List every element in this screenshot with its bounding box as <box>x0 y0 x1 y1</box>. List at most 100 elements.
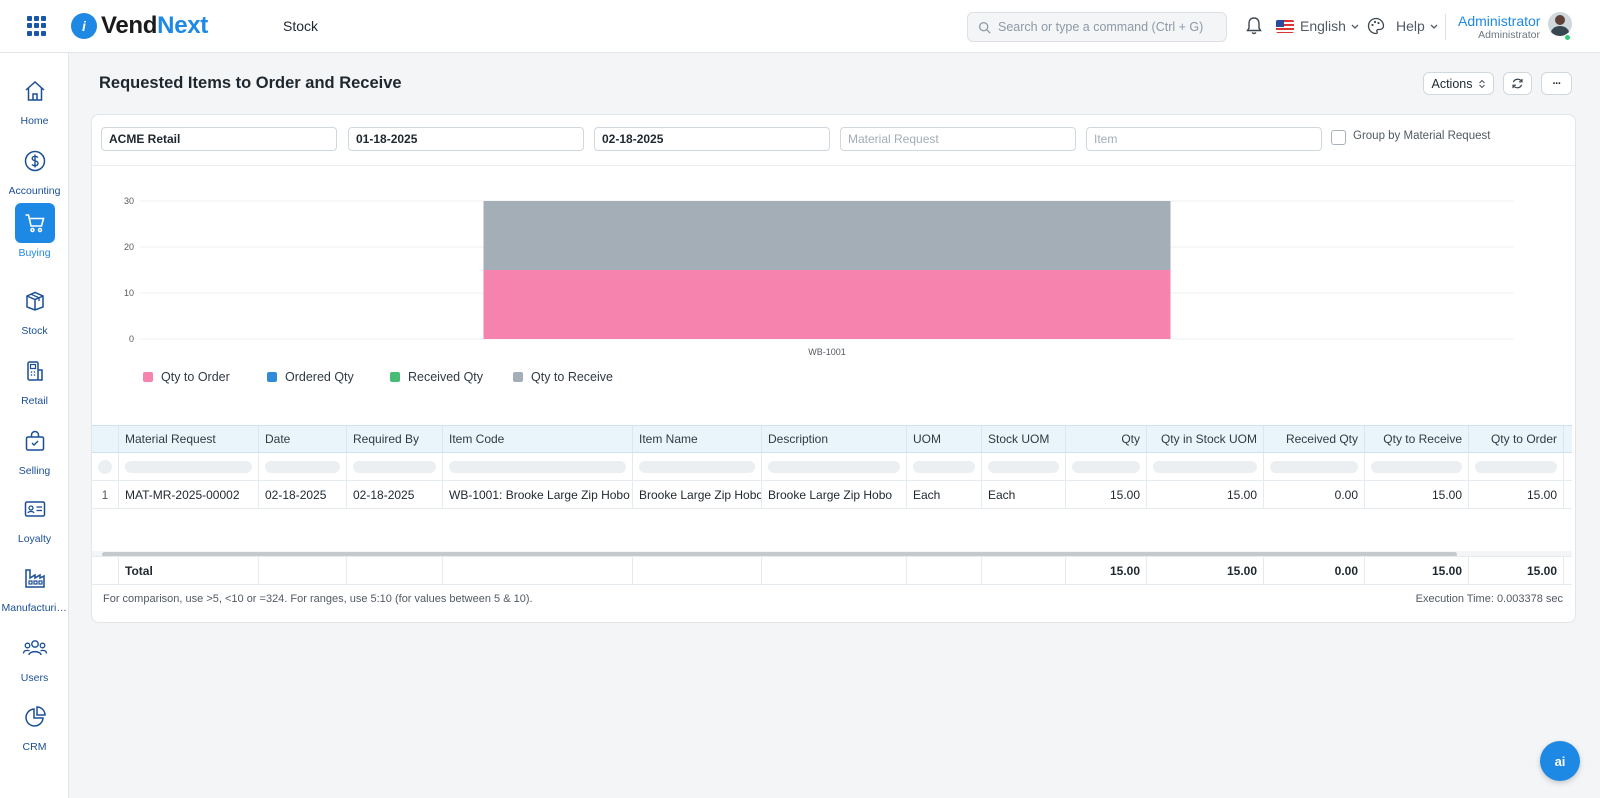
column-header[interactable]: Material Request <box>119 426 259 452</box>
search-input[interactable]: Search or type a command (Ctrl + G) <box>967 12 1227 42</box>
x-tick-label: WB-1001 <box>808 347 846 357</box>
sidebar-item-home[interactable]: Home <box>0 71 69 137</box>
material-request-cell[interactable]: MAT-MR-2025-00002 <box>119 481 259 508</box>
legend-label: Ordered Qty <box>285 370 354 384</box>
help-menu[interactable]: Help <box>1396 18 1439 34</box>
refresh-button[interactable] <box>1503 72 1532 95</box>
sidebar-item-manufacturing[interactable]: Manufacturing <box>0 558 69 624</box>
table-row[interactable]: 1 MAT-MR-2025-00002 02-18-2025 02-18-202… <box>92 481 1572 509</box>
column-header[interactable]: Item Name <box>633 426 762 452</box>
group-by-checkbox[interactable] <box>1331 130 1346 145</box>
legend-swatch <box>143 372 153 382</box>
apps-grid-icon[interactable] <box>27 16 47 36</box>
column-header[interactable]: Description <box>762 426 907 452</box>
legend-item[interactable]: Qty to Order <box>143 370 230 384</box>
sidebar-item-selling[interactable]: Selling <box>0 421 69 487</box>
column-header[interactable]: Qty in Stock UOM <box>1147 426 1264 452</box>
from-date-filter[interactable]: 01-18-2025 <box>348 127 584 151</box>
legend-label: Qty to Order <box>161 370 230 384</box>
legend-label: Qty to Receive <box>531 370 613 384</box>
item-code-cell[interactable]: WB-1001: Brooke Large Zip Hobo <box>443 481 633 508</box>
column-filter-input[interactable] <box>1264 453 1365 480</box>
column-header[interactable]: Stock UOM <box>982 426 1066 452</box>
language-selector[interactable]: English <box>1276 18 1360 34</box>
refresh-icon <box>1512 78 1523 89</box>
bar-segment[interactable] <box>483 270 1171 339</box>
bar-segment[interactable] <box>483 201 1171 270</box>
table-header-row: Material Request Date Required By Item C… <box>92 425 1572 453</box>
stock-uom-cell: Each <box>982 481 1066 508</box>
date-cell: 02-18-2025 <box>259 481 347 508</box>
app-logo[interactable]: i VendNext <box>71 12 208 40</box>
theme-palette-icon[interactable] <box>1367 17 1385 35</box>
column-header[interactable]: Item Code <box>443 426 633 452</box>
column-header[interactable]: Qty to Order <box>1469 426 1564 452</box>
total-empty-cell <box>347 557 443 584</box>
column-filter-input[interactable] <box>347 453 443 480</box>
sidebar-item-crm[interactable]: CRM <box>0 697 69 763</box>
navbar-divider <box>1445 14 1446 40</box>
material-request-filter[interactable]: Material Request <box>840 127 1076 151</box>
pie-chart-icon <box>15 697 55 737</box>
user-name[interactable]: Administrator <box>1458 13 1540 29</box>
module-breadcrumb[interactable]: Stock <box>283 18 318 34</box>
us-flag-icon <box>1276 19 1294 33</box>
legend-swatch <box>267 372 277 382</box>
column-filter-input[interactable] <box>1066 453 1147 480</box>
dollar-icon <box>15 141 55 181</box>
legend-item[interactable]: Qty to Receive <box>513 370 613 384</box>
column-header[interactable]: Required By <box>347 426 443 452</box>
sidebar: Home Accounting Buying Stock Retail Sell… <box>0 53 69 798</box>
sidebar-item-accounting[interactable]: Accounting <box>0 141 69 207</box>
sidebar-item-loyalty[interactable]: Loyalty <box>0 489 69 555</box>
column-header[interactable]: Received Qty <box>1264 426 1365 452</box>
company-filter[interactable]: ACME Retail <box>101 127 337 151</box>
sidebar-item-label: Manufacturing <box>1 602 68 614</box>
y-tick-label: 30 <box>124 196 134 206</box>
column-filter-input[interactable] <box>907 453 982 480</box>
column-filter-input[interactable] <box>443 453 633 480</box>
actions-button[interactable]: Actions <box>1423 72 1494 95</box>
more-options-button[interactable]: ··· <box>1541 72 1572 95</box>
item-filter[interactable]: Item <box>1086 127 1322 151</box>
sidebar-item-stock[interactable]: Stock <box>0 281 69 347</box>
column-filter-input[interactable] <box>633 453 762 480</box>
notification-bell-icon[interactable] <box>1245 16 1263 36</box>
logo-mark-icon: i <box>71 13 97 39</box>
column-filter-input[interactable] <box>1365 453 1469 480</box>
total-qty: 15.00 <box>1066 557 1147 584</box>
language-label: English <box>1300 18 1346 34</box>
column-header[interactable]: Qty to Receive <box>1365 426 1469 452</box>
sidebar-item-users[interactable]: Users <box>0 628 69 694</box>
column-header[interactable]: UOM <box>907 426 982 452</box>
column-filter-input[interactable] <box>982 453 1066 480</box>
legend-swatch <box>390 372 400 382</box>
sidebar-item-label: Loyalty <box>17 533 52 545</box>
required-by-cell: 02-18-2025 <box>347 481 443 508</box>
user-role: Administrator <box>1478 29 1540 41</box>
column-header[interactable]: Qty <box>1066 426 1147 452</box>
column-filter-input[interactable] <box>119 453 259 480</box>
group-by-label: Group by Material Request <box>1353 130 1491 142</box>
column-filter-input[interactable] <box>1469 453 1564 480</box>
legend-item[interactable]: Ordered Qty <box>267 370 354 384</box>
received-qty-cell: 0.00 <box>1264 481 1365 508</box>
total-empty-cell <box>907 557 982 584</box>
y-tick-label: 20 <box>124 242 134 252</box>
column-header[interactable]: Date <box>259 426 347 452</box>
legend-item[interactable]: Received Qty <box>390 370 483 384</box>
avatar[interactable] <box>1548 12 1572 36</box>
column-filter-input[interactable] <box>259 453 347 480</box>
home-icon <box>15 71 55 111</box>
ai-assistant-button[interactable]: ai <box>1540 741 1580 781</box>
online-status-indicator <box>1564 34 1571 41</box>
sidebar-item-buying[interactable]: Buying <box>0 203 69 269</box>
to-date-filter[interactable]: 02-18-2025 <box>594 127 830 151</box>
column-filter-input[interactable] <box>762 453 907 480</box>
sidebar-item-retail[interactable]: Retail <box>0 351 69 417</box>
column-filter-input[interactable] <box>1147 453 1264 480</box>
sidebar-item-label: CRM <box>22 741 47 753</box>
description-cell: Brooke Large Zip Hobo <box>762 481 907 508</box>
chevron-down-icon <box>1430 24 1438 29</box>
sidebar-item-label: Selling <box>18 465 51 477</box>
